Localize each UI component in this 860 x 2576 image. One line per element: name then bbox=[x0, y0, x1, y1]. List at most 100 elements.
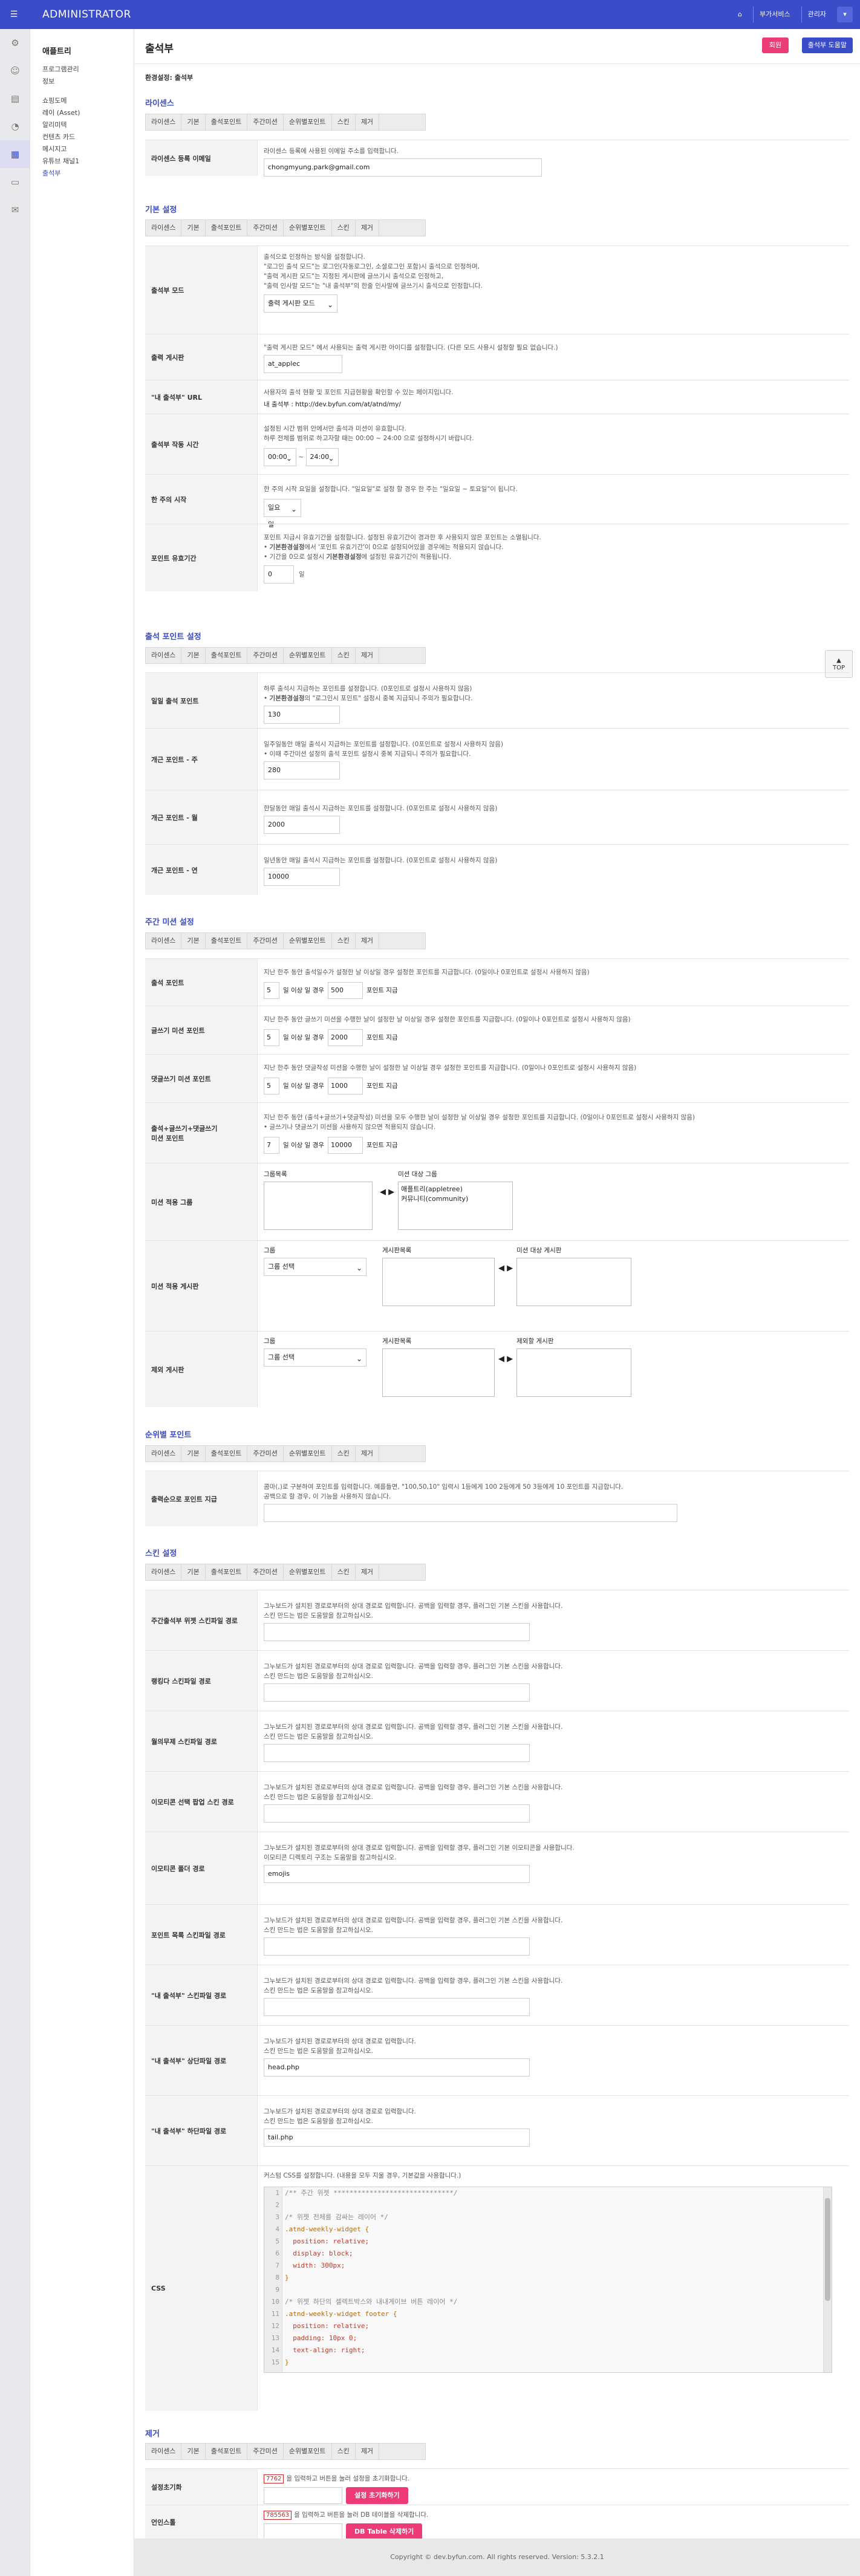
css-line[interactable]: } bbox=[285, 2356, 458, 2369]
mission-board-box[interactable] bbox=[516, 1258, 632, 1306]
css-line[interactable]: /** 주간 위젯 ******************************… bbox=[285, 2187, 458, 2199]
board-icon[interactable]: ▤ bbox=[0, 85, 30, 112]
weekly-comment-days-input[interactable]: 5 bbox=[264, 1078, 279, 1094]
css-line[interactable] bbox=[285, 2284, 458, 2296]
tab-5[interactable]: 스킨 bbox=[332, 933, 356, 949]
tab-0[interactable]: 라이센스 bbox=[146, 220, 182, 236]
tab-4[interactable]: 순위별포인트 bbox=[284, 648, 332, 663]
weekly-attend-points-input[interactable]: 500 bbox=[327, 982, 363, 999]
weekly-combo-days-input[interactable]: 7 bbox=[264, 1137, 279, 1154]
admin-link[interactable]: 관리자 bbox=[801, 7, 832, 22]
move-arrows-icon[interactable]: ◀ ▶ bbox=[380, 1188, 394, 1230]
board-list-box[interactable] bbox=[382, 1258, 495, 1306]
user-icon[interactable]: ☺ bbox=[0, 57, 30, 85]
year-point-input[interactable]: 10000 bbox=[264, 868, 340, 886]
tab-1[interactable]: 기본 bbox=[181, 2444, 206, 2459]
tab-3[interactable]: 주간미션 bbox=[247, 1564, 284, 1580]
css-editor[interactable]: 1 2 3 4 5 6 7 8 9 10 11 12 13 14 15 /** 주간 위젯 ********… bbox=[264, 2187, 832, 2373]
folder-icon[interactable]: ▭ bbox=[0, 168, 30, 196]
group-select[interactable]: 그룹 선택 bbox=[264, 1258, 366, 1277]
expire-input[interactable]: 0 bbox=[264, 565, 294, 584]
tab-6[interactable]: 제거 bbox=[356, 933, 380, 949]
weekly-comment-points-input[interactable]: 1000 bbox=[327, 1078, 363, 1094]
css-line[interactable]: position: relative; bbox=[285, 2320, 458, 2332]
tab-3[interactable]: 주간미션 bbox=[247, 648, 284, 663]
tab-4[interactable]: 순위별포인트 bbox=[284, 114, 332, 130]
tab-5[interactable]: 스킨 bbox=[332, 2444, 356, 2459]
month-point-input[interactable]: 2000 bbox=[264, 816, 340, 834]
mail-icon[interactable]: ✉ bbox=[0, 196, 30, 224]
tab-0[interactable]: 라이센스 bbox=[146, 114, 182, 130]
tab-4[interactable]: 순위별포인트 bbox=[284, 1446, 332, 1462]
weekly-combo-points-input[interactable]: 10000 bbox=[327, 1137, 363, 1154]
tab-6[interactable]: 제거 bbox=[356, 2444, 380, 2459]
tab-2[interactable]: 출석포인트 bbox=[206, 2444, 248, 2459]
skin-input-7[interactable]: head.php bbox=[264, 2058, 530, 2077]
tab-3[interactable]: 주간미션 bbox=[247, 114, 284, 130]
calendar-icon[interactable]: ▦ bbox=[0, 140, 30, 168]
tab-2[interactable]: 출석포인트 bbox=[206, 220, 248, 236]
my-page-link[interactable]: http://dev.byfun.com/at/atnd/my/ bbox=[295, 401, 401, 408]
css-line[interactable]: /* 위젯 하단의 셀렉트박스와 내내계이브 버튼 레이어 */ bbox=[285, 2296, 458, 2308]
weekly-write-days-input[interactable]: 5 bbox=[264, 1029, 279, 1046]
tab-1[interactable]: 기본 bbox=[181, 1564, 206, 1580]
tab-4[interactable]: 순위별포인트 bbox=[284, 2444, 332, 2459]
skin-input-6[interactable] bbox=[264, 1998, 530, 2016]
css-line[interactable]: padding: 10px 0; bbox=[285, 2332, 458, 2344]
chart-icon[interactable]: ◔ bbox=[0, 112, 30, 140]
tab-0[interactable]: 라이센스 bbox=[146, 1446, 182, 1462]
uninstall-code-input[interactable] bbox=[264, 2523, 342, 2540]
tab-5[interactable]: 스킨 bbox=[332, 114, 356, 130]
css-code[interactable]: /** 주간 위젯 ******************************… bbox=[285, 2187, 458, 2369]
group-list-box[interactable] bbox=[264, 1182, 373, 1230]
editor-scrollbar[interactable] bbox=[823, 2187, 832, 2372]
css-line[interactable]: .atnd-weekly-widget { bbox=[285, 2223, 458, 2236]
week-point-input[interactable]: 280 bbox=[264, 761, 340, 779]
skin-input-2[interactable] bbox=[264, 1744, 530, 1762]
time-to-select[interactable]: 24:00 bbox=[305, 448, 339, 467]
gear-icon[interactable]: ⚙ bbox=[0, 29, 30, 57]
tab-3[interactable]: 주간미션 bbox=[247, 220, 284, 236]
tab-3[interactable]: 주간미션 bbox=[247, 1446, 284, 1462]
tab-6[interactable]: 제거 bbox=[356, 1564, 380, 1580]
tab-3[interactable]: 주간미션 bbox=[247, 933, 284, 949]
tab-1[interactable]: 기본 bbox=[181, 220, 206, 236]
skin-input-3[interactable] bbox=[264, 1804, 530, 1823]
weekly-attend-days-input[interactable]: 5 bbox=[264, 982, 279, 999]
skin-input-8[interactable]: tail.php bbox=[264, 2129, 530, 2147]
board-input[interactable]: at_applec bbox=[264, 355, 342, 373]
tab-2[interactable]: 출석포인트 bbox=[206, 648, 248, 663]
sidebar-item-youtube[interactable]: 유튜브 채널1 bbox=[30, 155, 134, 168]
tab-2[interactable]: 출석포인트 bbox=[206, 114, 248, 130]
tab-0[interactable]: 라이센스 bbox=[146, 933, 182, 949]
tab-5[interactable]: 스킨 bbox=[332, 220, 356, 236]
except-board-list-box[interactable] bbox=[382, 1348, 495, 1397]
css-line[interactable]: /* 위젯 전체를 감싸는 레이어 */ bbox=[285, 2211, 458, 2223]
tab-1[interactable]: 기본 bbox=[181, 648, 206, 663]
css-line[interactable] bbox=[285, 2199, 458, 2211]
tab-2[interactable]: 출석포인트 bbox=[206, 1446, 248, 1462]
tab-0[interactable]: 라이센스 bbox=[146, 2444, 182, 2459]
help-button[interactable]: 출석부 도움말 bbox=[801, 37, 853, 53]
tab-1[interactable]: 기본 bbox=[181, 933, 206, 949]
sidebar-item-asset[interactable]: 레이 (Asset) bbox=[30, 107, 134, 119]
tab-6[interactable]: 제거 bbox=[356, 114, 380, 130]
tab-1[interactable]: 기본 bbox=[181, 1446, 206, 1462]
tab-2[interactable]: 출석포인트 bbox=[206, 1564, 248, 1580]
tab-0[interactable]: 라이센스 bbox=[146, 648, 182, 663]
css-line[interactable]: position: relative; bbox=[285, 2236, 458, 2248]
week-select[interactable]: 일요일 bbox=[264, 499, 301, 529]
sidebar-item-attendance[interactable]: 출석부 bbox=[30, 168, 134, 180]
member-button[interactable]: 회원 bbox=[761, 37, 789, 53]
group-target-box[interactable]: 애플트리(appletree) 커뮤니티(community) bbox=[398, 1182, 513, 1230]
weekly-write-points-input[interactable]: 2000 bbox=[327, 1029, 363, 1046]
group-target-1[interactable]: 애플트리(appletree) bbox=[401, 1185, 510, 1194]
css-line[interactable]: width: 300px; bbox=[285, 2260, 458, 2272]
except-board-box[interactable] bbox=[516, 1348, 632, 1397]
license-email-input[interactable]: chongmyung.park@gmail.com bbox=[264, 158, 542, 177]
tab-6[interactable]: 제거 bbox=[356, 1446, 380, 1462]
time-from-select[interactable]: 00:00 bbox=[264, 448, 296, 467]
sidebar-item-shopping[interactable]: 쇼핑도메 bbox=[30, 95, 134, 107]
css-line[interactable]: } bbox=[285, 2272, 458, 2284]
tab-5[interactable]: 스킨 bbox=[332, 1564, 356, 1580]
